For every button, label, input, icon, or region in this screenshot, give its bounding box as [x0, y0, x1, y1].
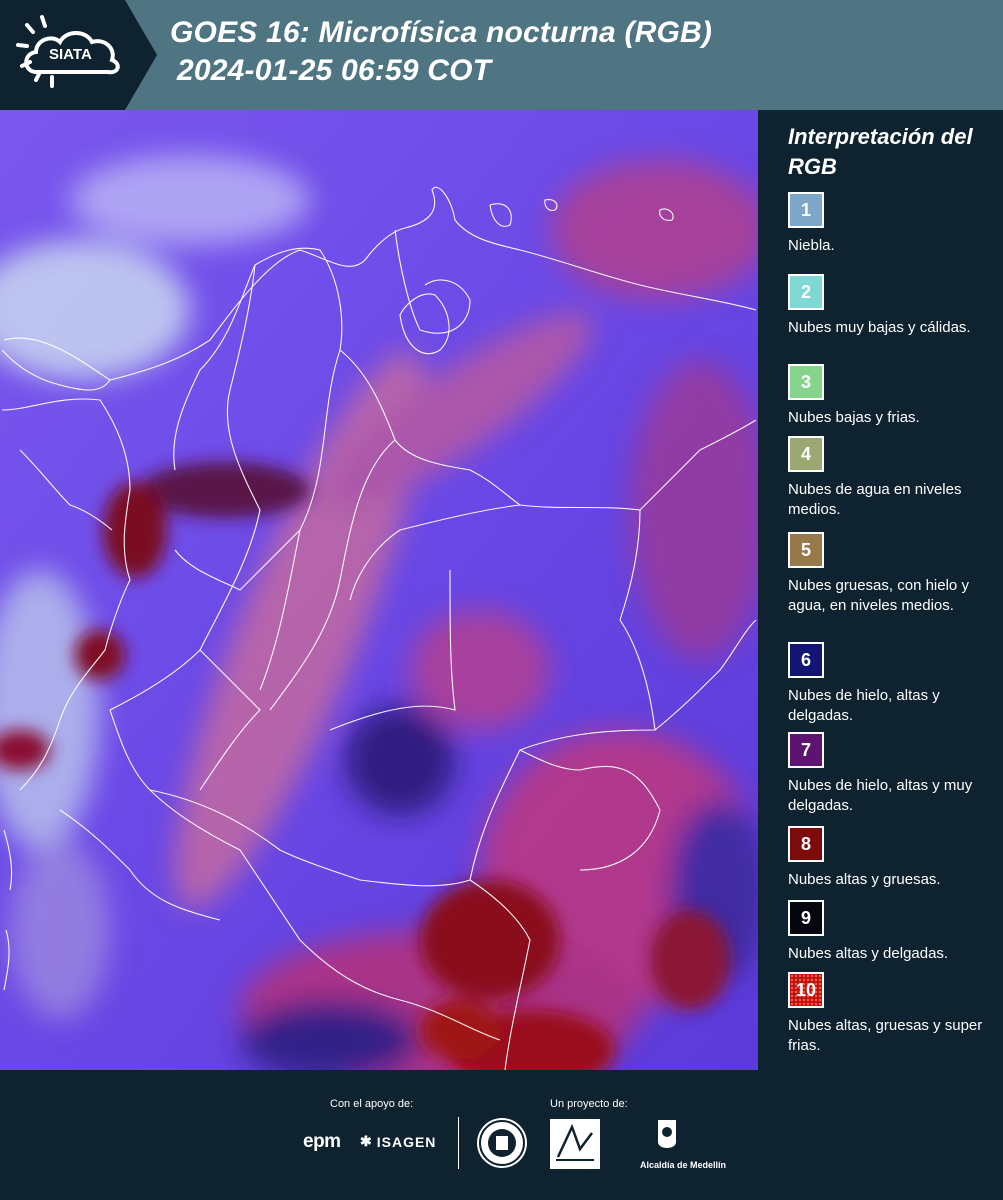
legend-label-5: Nubes gruesas, con hielo y agua, en nive…	[788, 577, 969, 614]
legend-label-10: Nubes altas, gruesas y super frias.	[788, 1017, 983, 1054]
epm-logo[interactable]: epm	[303, 1131, 341, 1153]
legend-panel: Interpretación del RGB 1 Niebla. 2 Nubes mu…	[760, 110, 1003, 1070]
legend-swatch-6: 6	[788, 642, 824, 678]
page-title: GOES 16: Microfísica nocturna (RGB)	[170, 16, 713, 49]
legend-swatch-5: 5	[788, 532, 824, 568]
legend-label-3: Nubes bajas y frias.	[788, 409, 920, 426]
satellite-image[interactable]	[0, 110, 760, 1070]
legend-swatch-8: 8	[788, 826, 824, 862]
legend-label-4: Nubes de agua en niveles medios.	[788, 481, 962, 518]
legend-item-10: 10 Nubes altas, gruesas y super frias.	[788, 972, 983, 1056]
legend-item-7: 7 Nubes de hielo, altas y muy delgadas.	[788, 732, 983, 816]
page-timestamp: 2024-01-25 06:59 COT	[177, 54, 492, 87]
legend-swatch-1: 1	[788, 192, 824, 228]
legend-item-5: 5 Nubes gruesas, con hielo y agua, en niv…	[788, 532, 983, 616]
siata-logo[interactable]: SIATA	[0, 0, 157, 110]
legend-item-3: 3 Nubes bajas y frias.	[788, 364, 983, 428]
project-label: Un proyecto de:	[550, 1098, 628, 1110]
isagen-mark-icon: ✱	[360, 1133, 373, 1149]
legend-item-9: 9 Nubes altas y delgadas.	[788, 900, 983, 964]
legend-label-9: Nubes altas y delgadas.	[788, 945, 949, 962]
legend-swatch-7: 7	[788, 732, 824, 768]
legend-swatch-2: 2	[788, 274, 824, 310]
legend-item-6: 6 Nubes de hielo, altas y delgadas.	[788, 642, 983, 726]
alcaldia-medellin-label: Alcaldía de Medellín	[640, 1160, 727, 1170]
area-metropolitana-logo[interactable]	[550, 1119, 600, 1169]
legend-swatch-10: 10	[788, 972, 824, 1008]
legend-title: Interpretación del RGB	[788, 124, 973, 179]
legend-swatch-4: 4	[788, 436, 824, 472]
siata-logo-text: SIATA	[49, 46, 92, 63]
support-label: Con el apoyo de:	[330, 1098, 414, 1110]
legend-item-4: 4 Nubes de agua en niveles medios.	[788, 436, 983, 520]
legend-label-1: Niebla.	[788, 237, 835, 254]
legend-item-8: 8 Nubes altas y gruesas.	[788, 826, 983, 890]
legend-label-8: Nubes altas y gruesas.	[788, 871, 941, 888]
header-bar: SIATA GOES 16: Microfísica nocturna (RGB…	[0, 0, 1003, 110]
legend-label-6: Nubes de hielo, altas y delgadas.	[788, 687, 940, 724]
legend-label-2: Nubes muy bajas y cálidas.	[788, 319, 971, 336]
footer-bar: Con el apoyo de: Un proyecto de: epm ✱ I…	[0, 1070, 1003, 1200]
legend-item-2: 2 Nubes muy bajas y cálidas.	[788, 274, 983, 338]
legend-swatch-9: 9	[788, 900, 824, 936]
legend-label-7: Nubes de hielo, altas y muy delgadas.	[788, 777, 973, 814]
legend-swatch-3: 3	[788, 364, 824, 400]
medellin-seal-logo[interactable]	[477, 1118, 527, 1168]
legend-item-1: 1 Niebla.	[788, 192, 983, 256]
footer-divider	[458, 1117, 459, 1169]
isagen-logo-text: ISAGEN	[376, 1133, 437, 1150]
isagen-logo[interactable]: ✱ ISAGEN	[360, 1133, 436, 1150]
